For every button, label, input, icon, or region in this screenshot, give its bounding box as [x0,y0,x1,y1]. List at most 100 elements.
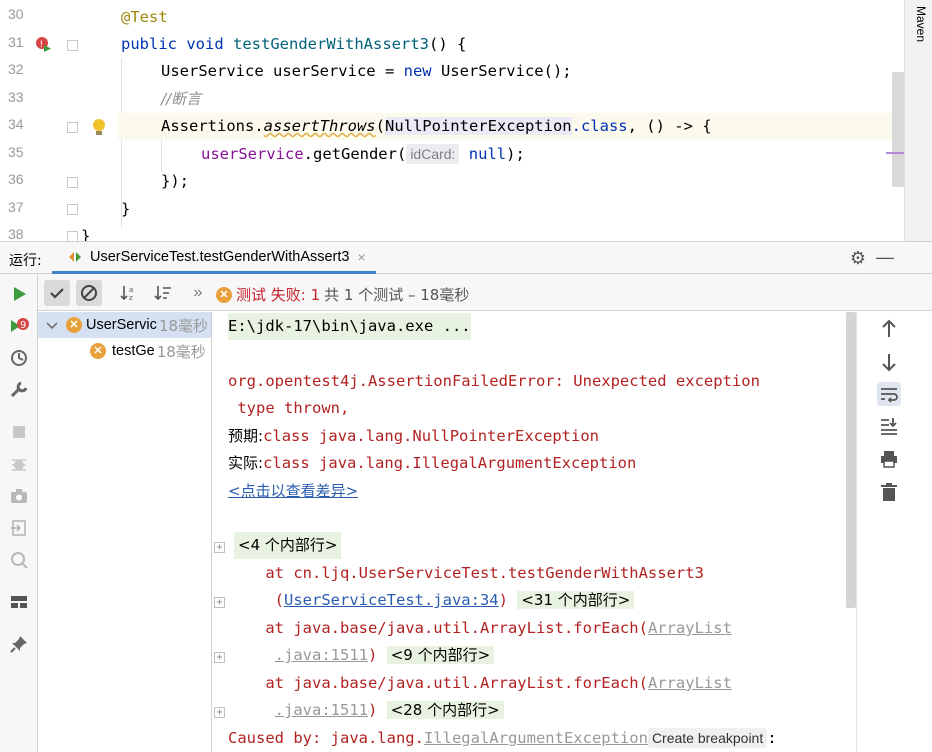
editor-scrollbar[interactable] [892,72,904,187]
toggle-auto-test-icon[interactable] [9,348,29,368]
stack-frame: at cn.ljq.UserServiceTest.testGenderWith… [228,564,704,582]
fold-marker[interactable] [67,177,78,188]
stop-icon[interactable] [9,422,29,442]
source-link[interactable]: UserServiceTest.java:34 [284,591,499,609]
fail-icon: ✕ [216,286,232,303]
source-link[interactable]: ArrayList [648,674,732,692]
svg-text:9: 9 [20,320,26,331]
fail-icon: ✕ [66,317,82,333]
line-number: 31 [8,34,24,50]
debug-icon[interactable] [9,454,29,474]
sort-duration-icon [154,286,171,301]
layout-icon[interactable] [9,592,29,612]
code-line-32: UserService userService = new UserServic… [161,62,572,80]
console-expected-line: 预期:class java.lang.NullPointerException [228,427,600,445]
console-right-toolbar [856,312,932,752]
folded-lines[interactable]: <31 个内部行> [517,591,635,609]
svg-text:!: ! [40,40,44,50]
close-icon[interactable]: × [357,249,365,265]
arrow-up-icon[interactable] [877,317,901,341]
run-left-toolbar: 9 [0,274,38,752]
tree-row-child[interactable]: ✕ testGe 18毫秒 [38,338,211,364]
caused-by-line: Caused by: java.lang.IllegalArgumentExce… [228,728,777,748]
rerun-failed-icon[interactable]: 9 [9,316,29,336]
expand-icon[interactable]: + [214,597,225,608]
tree-root-time: 18毫秒 [158,316,208,335]
lightbulb-icon[interactable] [91,118,107,138]
fold-marker[interactable] [67,40,78,51]
run-test-gutter-icon[interactable]: ! [34,35,52,53]
more-actions-button[interactable]: » [188,280,208,306]
show-diff-link[interactable]: <点击以查看差异> [228,478,358,505]
scroll-to-end-icon[interactable] [877,414,901,438]
maven-tab[interactable]: Maven [914,6,928,42]
create-breakpoint-tooltip[interactable]: Create breakpoint [647,728,768,748]
search-history-icon[interactable] [9,550,29,570]
code-line-38: } [81,227,91,241]
console-error-line: org.opentest4j.AssertionFailedError: Une… [228,372,760,390]
pin-icon[interactable] [9,634,29,654]
svg-text:z: z [129,294,133,302]
check-icon [50,288,64,299]
editor-gutter: 30 31 32 33 34 35 36 37 38 ! [0,0,105,241]
sort-duration-button[interactable] [150,280,176,306]
console-scrollbar[interactable] [846,312,856,608]
param-hint: idCard: [406,144,460,164]
fail-icon: ✕ [90,343,106,359]
fold-marker[interactable] [67,122,78,133]
line-number: 37 [8,199,24,215]
code-editor[interactable]: 30 31 32 33 34 35 36 37 38 ! @Test publi… [0,0,932,241]
tree-child-time: 18毫秒 [156,342,206,361]
code-line-30: @Test [121,8,168,26]
line-number: 32 [8,61,24,77]
show-passed-button[interactable] [44,280,70,306]
minimize-icon[interactable]: — [876,247,894,268]
fold-marker[interactable] [67,204,78,215]
trash-icon[interactable] [877,480,901,504]
code-line-33: //断言 [161,90,202,108]
sort-alpha-icon: az [120,286,133,302]
console-command-line: E:\jdk-17\bin\java.exe ... [228,313,471,340]
expand-icon[interactable]: + [214,542,225,553]
line-number: 38 [8,226,24,241]
line-number: 33 [8,89,24,105]
rerun-icon[interactable] [9,284,29,304]
sort-alpha-button[interactable]: az [116,280,142,306]
tree-row-root[interactable]: ✕ UserServic 18毫秒 [38,312,211,338]
fold-marker[interactable] [67,231,78,241]
show-ignored-button[interactable] [76,280,102,306]
stack-frame: .java:1511) <28 个内部行> [228,697,504,724]
test-results-toolbar: az » ✕ 测试 失败: 1 共 1 个测试 – 18毫秒 [38,274,932,311]
stack-frame: at java.base/java.util.ArrayList.forEach… [228,619,732,637]
folded-lines[interactable]: <4 个内部行> [234,532,342,559]
print-icon[interactable] [877,447,901,471]
import-icon[interactable] [9,518,29,538]
gear-icon[interactable]: ⚙ [850,248,866,269]
console-actual-line: 实际:class java.lang.IllegalArgumentExcept… [228,454,637,472]
soft-wrap-icon [881,388,898,403]
arrow-down-icon[interactable] [877,350,901,374]
stack-frame: at java.base/java.util.ArrayList.forEach… [228,674,732,692]
console-output[interactable]: E:\jdk-17\bin\java.exe ... org.opentest4… [212,312,856,752]
maven-tool-strip[interactable]: Maven [904,0,932,241]
expand-icon[interactable]: + [214,652,225,663]
wrench-icon[interactable] [9,380,29,400]
expand-icon[interactable]: + [214,707,225,718]
source-link[interactable]: .java:1511 [275,701,368,719]
folded-lines[interactable]: <9 个内部行> [386,646,495,664]
run-tab[interactable]: UserServiceTest.testGenderWithAssert3 × [52,242,376,274]
source-link[interactable]: ArrayList [648,619,732,637]
code-line-36: }); [161,172,189,190]
camera-icon[interactable] [9,486,29,506]
soft-wrap-button[interactable] [877,382,901,406]
svg-text:a: a [129,286,133,294]
stack-frame: .java:1511) <9 个内部行> [228,642,495,669]
folded-lines[interactable]: <28 个内部行> [386,701,504,719]
tree-root-label: UserServic [86,317,157,333]
run-tab-title: UserServiceTest.testGenderWithAssert3 [90,248,350,265]
source-link[interactable]: IllegalArgumentException [424,729,648,747]
code-line-34-current: Assertions.assertThrows(NullPointerExcep… [118,113,902,140]
error-stripe-marker[interactable] [886,152,904,154]
source-link[interactable]: .java:1511 [275,646,368,664]
chevron-down-icon[interactable] [42,315,62,335]
